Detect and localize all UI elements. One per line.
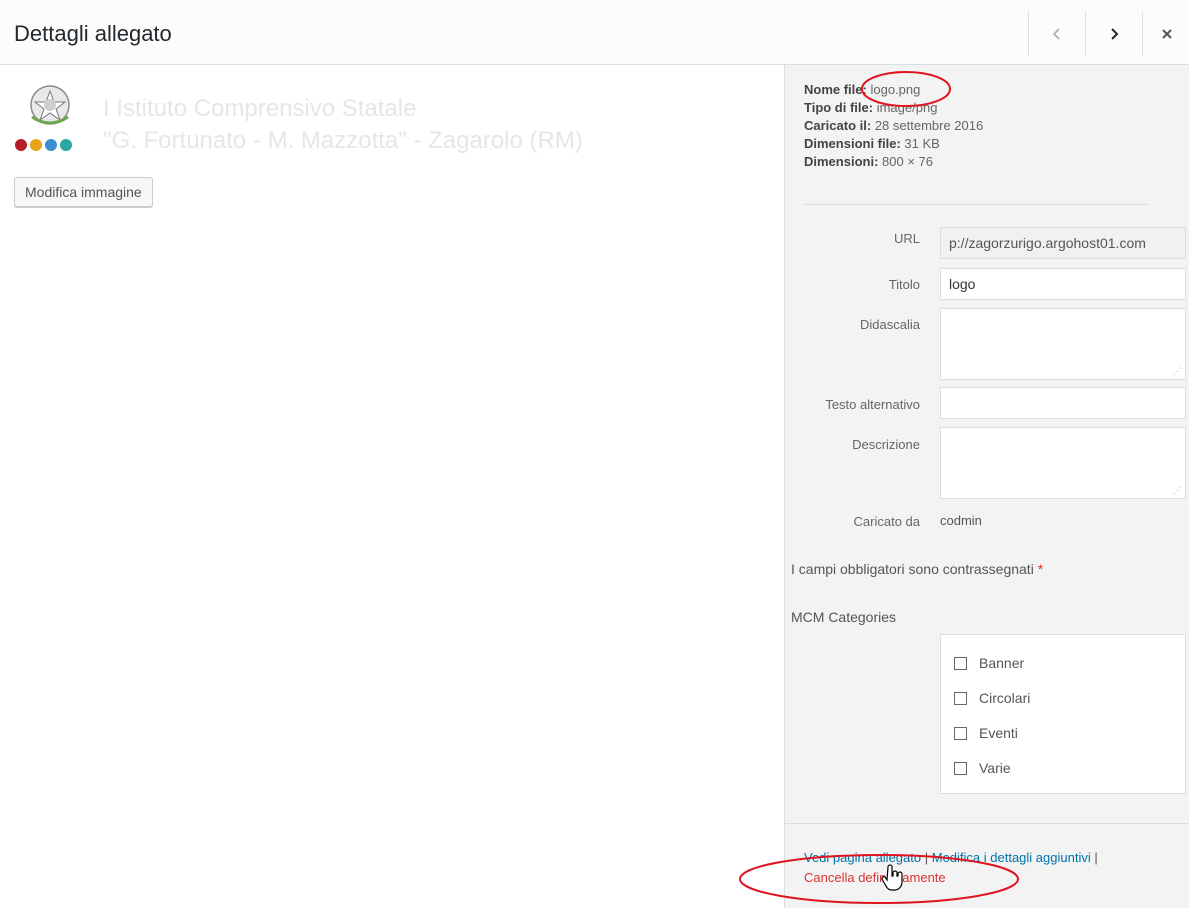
file-size-value: 31 KB bbox=[904, 136, 940, 151]
view-attachment-page-link[interactable]: Vedi pagina allegato bbox=[804, 850, 921, 865]
separator: | bbox=[1094, 850, 1098, 865]
previous-button[interactable] bbox=[1028, 12, 1085, 56]
description-label: Descrizione bbox=[852, 437, 920, 452]
edit-more-details-link[interactable]: Modifica i dettagli aggiuntivi bbox=[932, 850, 1091, 865]
required-note: I campi obbligatori sono contrassegnati … bbox=[791, 561, 1043, 577]
required-note-text: I campi obbligatori sono contrassegnati bbox=[791, 561, 1034, 577]
emblem-logo-icon bbox=[15, 85, 72, 151]
next-button[interactable] bbox=[1085, 12, 1142, 56]
attachment-actions: Vedi pagina allegato | Modifica i dettag… bbox=[804, 848, 1098, 888]
page-title: Dettagli allegato bbox=[14, 21, 172, 46]
category-label: Banner bbox=[979, 655, 1025, 671]
uploaded-by-label: Caricato da bbox=[853, 514, 920, 529]
logo-line-1: I Istituto Comprensivo Statale bbox=[103, 95, 417, 122]
separator: | bbox=[924, 850, 929, 865]
logo-text: I Istituto Comprensivo Statale "G. Fortu… bbox=[103, 93, 583, 157]
checkbox[interactable] bbox=[954, 656, 967, 670]
chevron-left-icon bbox=[1052, 28, 1060, 40]
edit-image-button[interactable]: Modifica immagine bbox=[14, 177, 153, 207]
categories-label: MCM Categories bbox=[791, 609, 897, 625]
uploaded-label: Caricato il: bbox=[804, 118, 872, 133]
attachment-details-sidebar: Nome file: logo.png Tipo di file: image/… bbox=[784, 65, 1189, 908]
caption-field[interactable]: ⋰ bbox=[940, 308, 1186, 380]
delete-permanently-link[interactable]: Cancella definitivamente bbox=[804, 870, 946, 885]
close-button[interactable] bbox=[1142, 12, 1189, 56]
category-varie[interactable]: Varie bbox=[954, 760, 1011, 776]
image-preview-panel: I Istituto Comprensivo Statale "G. Fortu… bbox=[0, 65, 784, 908]
url-field[interactable]: p://zagorzurigo.argohost01.com bbox=[940, 227, 1186, 259]
uploaded-by-value: codmin bbox=[940, 513, 982, 528]
alt-text-field[interactable] bbox=[940, 387, 1186, 419]
required-mark: * bbox=[1037, 561, 1044, 577]
categories-box: Banner Circolari Eventi Varie bbox=[940, 634, 1186, 794]
url-label: URL bbox=[893, 231, 920, 246]
category-circolari[interactable]: Circolari bbox=[954, 690, 1030, 706]
category-label: Varie bbox=[979, 760, 1011, 776]
checkbox[interactable] bbox=[954, 726, 967, 740]
uploaded-value: 28 settembre 2016 bbox=[874, 118, 984, 133]
description-field[interactable]: ⋰ bbox=[940, 427, 1186, 499]
title-field[interactable]: logo bbox=[940, 268, 1186, 300]
file-size-label: Dimensioni file: bbox=[804, 136, 901, 151]
divider bbox=[804, 204, 1148, 205]
divider bbox=[785, 823, 1189, 824]
file-name-value: logo.png bbox=[870, 82, 921, 97]
file-name-label: Nome file: bbox=[804, 82, 867, 97]
modal-header: Dettagli allegato bbox=[0, 0, 1189, 65]
checkbox[interactable] bbox=[954, 761, 967, 775]
caption-label: Didascalia bbox=[860, 317, 920, 332]
resize-grip-icon[interactable]: ⋰ bbox=[1173, 485, 1182, 496]
title-label: Titolo bbox=[888, 277, 920, 292]
category-eventi[interactable]: Eventi bbox=[954, 725, 1018, 741]
close-icon bbox=[1161, 29, 1172, 39]
file-meta: Nome file: logo.png Tipo di file: image/… bbox=[804, 81, 983, 171]
checkbox[interactable] bbox=[954, 691, 967, 705]
category-label: Eventi bbox=[979, 725, 1018, 741]
resize-grip-icon[interactable]: ⋰ bbox=[1173, 366, 1182, 377]
file-type-value: image/png bbox=[876, 100, 938, 115]
dimensions-label: Dimensioni: bbox=[804, 154, 879, 169]
category-label: Circolari bbox=[979, 690, 1031, 706]
file-type-label: Tipo di file: bbox=[804, 100, 874, 115]
chevron-right-icon bbox=[1111, 28, 1119, 40]
logo-line-2: "G. Fortunato - M. Mazzotta" - Zagarolo … bbox=[103, 127, 583, 154]
alt-text-label: Testo alternativo bbox=[825, 397, 920, 412]
category-banner[interactable]: Banner bbox=[954, 655, 1024, 671]
dimensions-value: 800 × 76 bbox=[882, 154, 933, 169]
hand-cursor-icon bbox=[881, 864, 903, 891]
